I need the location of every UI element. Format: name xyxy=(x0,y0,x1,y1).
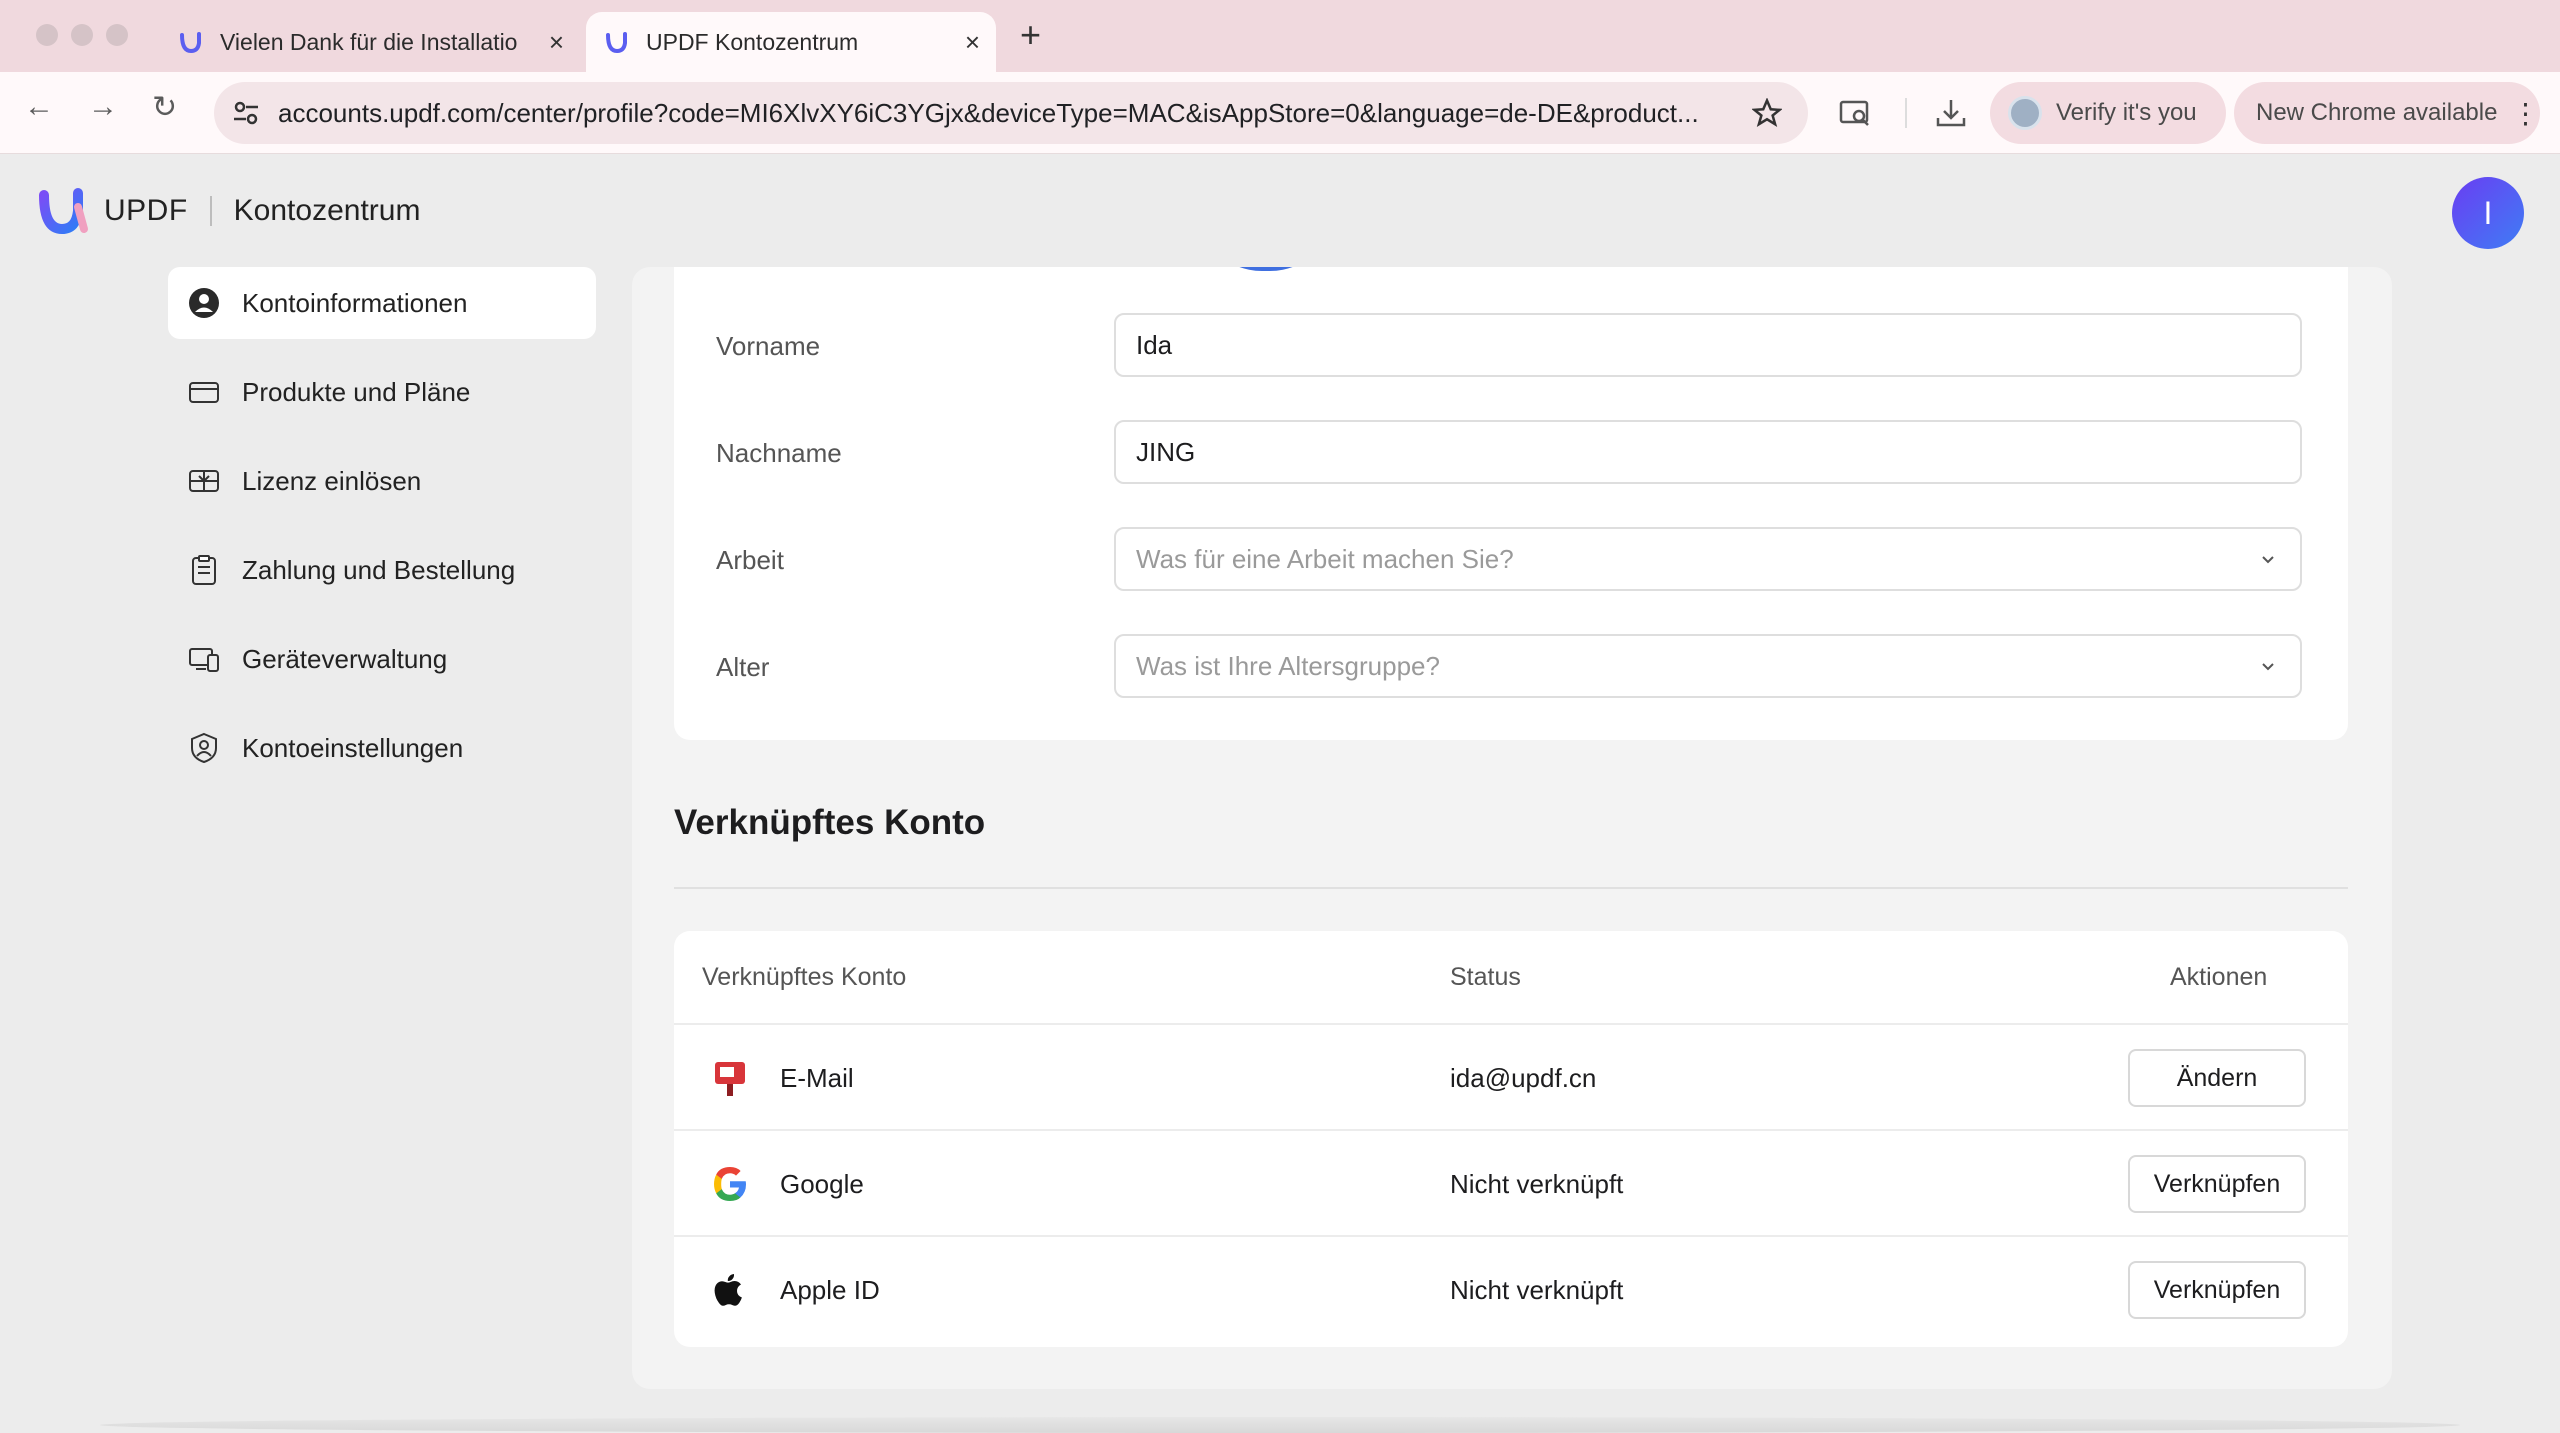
sidebar-item-label: Produkte und Pläne xyxy=(242,376,471,407)
devices-icon xyxy=(189,648,219,672)
page-title: Kontozentrum xyxy=(233,194,421,227)
sidebar-item-zahlung[interactable]: Zahlung und Bestellung xyxy=(168,534,596,606)
sidebar-item-label: Kontoinformationen xyxy=(242,287,468,318)
change-email-button[interactable]: Ändern xyxy=(2128,1049,2306,1107)
sidebar-item-geraete[interactable]: Geräteverwaltung xyxy=(168,623,596,695)
update-label: New Chrome available xyxy=(2256,99,2498,126)
main-content: Vorname Ida Nachname JING Arbeit Was für… xyxy=(632,267,2392,1389)
field-label: Nachname xyxy=(716,438,842,468)
account-name: Apple ID xyxy=(780,1275,880,1305)
verify-identity-button[interactable]: Verify it's you xyxy=(1990,82,2226,144)
column-header-account: Verknüpftes Konto xyxy=(702,963,907,991)
field-label: Vorname xyxy=(716,331,821,361)
chevron-down-icon xyxy=(2262,663,2274,671)
link-apple-button[interactable]: Verknüpfen xyxy=(2128,1261,2306,1319)
updf-tab-icon xyxy=(606,32,627,54)
bookmark-star-icon[interactable] xyxy=(1752,98,1782,128)
tab-label: Vielen Dank für die Installatio xyxy=(220,28,518,55)
toolbar-divider xyxy=(1905,98,1907,128)
field-label: Arbeit xyxy=(716,545,784,575)
sidebar-item-label: Lizenz einlösen xyxy=(242,465,422,496)
clipboard-icon xyxy=(192,555,216,585)
download-icon[interactable] xyxy=(1934,96,1968,130)
tab-label: UPDF Kontozentrum xyxy=(646,28,859,55)
sidebar-item-label: Kontoeinstellungen xyxy=(242,732,464,763)
account-status: Nicht verknüpft xyxy=(1450,1169,1624,1199)
mailbox-icon xyxy=(715,1062,745,1096)
job-select[interactable]: Was für eine Arbeit machen Sie? xyxy=(1114,527,2302,591)
site-settings-icon[interactable] xyxy=(232,99,260,127)
user-avatar[interactable]: I xyxy=(2452,177,2524,249)
account-center-page: UPDF Kontozentrum I Kontoinformationen P… xyxy=(0,155,2560,1433)
apple-icon xyxy=(714,1274,742,1306)
dock-shadow xyxy=(100,1417,2460,1433)
table-row-email: E-Mail ida@updf.cn Ändern xyxy=(674,1025,2348,1131)
account-status: Nicht verknüpft xyxy=(1450,1275,1624,1305)
chevron-down-icon xyxy=(2262,556,2274,564)
sidebar-nav: Kontoinformationen Produkte und Pläne Li… xyxy=(168,267,596,801)
form-row-alter: Alter Was ist Ihre Altersgruppe? xyxy=(674,634,2348,700)
back-arrow-icon[interactable]: ← xyxy=(24,90,54,124)
linked-accounts-table: Verknüpftes Konto Status Aktionen E-Mail… xyxy=(674,931,2348,1347)
reload-icon[interactable]: ↻ xyxy=(152,90,177,125)
profile-avatar-edge xyxy=(1196,267,1336,271)
forward-arrow-icon[interactable]: → xyxy=(88,90,118,124)
form-row-nachname: Nachname JING xyxy=(674,420,2348,486)
window-close-button[interactable] xyxy=(36,24,58,46)
verify-label: Verify it's you xyxy=(2056,99,2197,126)
brand-divider xyxy=(209,196,212,226)
browser-tab-bar: Vielen Dank für die Installatio × UPDF K… xyxy=(0,0,2560,72)
sidebar-item-lizenz[interactable]: Lizenz einlösen xyxy=(168,445,596,517)
card-icon xyxy=(189,382,219,403)
updf-tab-icon xyxy=(180,32,201,54)
account-name: Google xyxy=(780,1169,864,1199)
sidebar-item-einstellungen[interactable]: Kontoeinstellungen xyxy=(168,712,596,784)
window-zoom-button[interactable] xyxy=(106,24,128,46)
account-name: E-Mail xyxy=(780,1063,854,1093)
linked-accounts-heading: Verknüpftes Konto xyxy=(674,803,986,842)
last-name-field[interactable]: JING xyxy=(1114,420,2302,484)
url-text: accounts.updf.com/center/profile?code=MI… xyxy=(278,97,1699,128)
profile-form-card: Vorname Ida Nachname JING Arbeit Was für… xyxy=(674,267,2348,740)
sidebar-item-label: Zahlung und Bestellung xyxy=(242,554,516,585)
link-google-button[interactable]: Verknüpfen xyxy=(2128,1155,2306,1213)
age-select-placeholder: Was ist Ihre Altersgruppe? xyxy=(1136,650,1440,681)
table-row-apple: Apple ID Nicht verknüpft Verknüpfen xyxy=(674,1237,2348,1343)
user-circle-icon xyxy=(189,288,219,318)
close-icon[interactable]: × xyxy=(549,27,564,58)
profile-avatar-icon xyxy=(2008,96,2042,130)
column-header-status: Status xyxy=(1450,963,1521,991)
more-vert-icon[interactable]: ⋮ xyxy=(2511,97,2539,130)
brand-name: UPDF xyxy=(104,194,188,227)
sidebar-item-kontoinformationen[interactable]: Kontoinformationen xyxy=(168,267,596,339)
chrome-update-button[interactable]: New Chrome available ⋮ xyxy=(2234,82,2540,144)
divider xyxy=(674,887,2348,889)
job-select-placeholder: Was für eine Arbeit machen Sie? xyxy=(1136,543,1514,574)
brand-header: UPDF Kontozentrum xyxy=(38,187,420,235)
table-header: Verknüpftes Konto Status Aktionen xyxy=(674,931,2348,1025)
account-status: ida@updf.cn xyxy=(1450,1063,1597,1093)
shield-user-icon xyxy=(191,732,217,764)
search-tabs-icon[interactable] xyxy=(1838,96,1872,130)
form-row-vorname: Vorname Ida xyxy=(674,313,2348,379)
form-row-arbeit: Arbeit Was für eine Arbeit machen Sie? xyxy=(674,527,2348,593)
first-name-field[interactable]: Ida xyxy=(1114,313,2302,377)
sidebar-item-produkte[interactable]: Produkte und Pläne xyxy=(168,356,596,428)
gift-card-icon xyxy=(189,470,219,492)
tab-kontozentrum[interactable]: UPDF Kontozentrum × xyxy=(586,12,996,72)
updf-logo-icon xyxy=(39,188,88,235)
sidebar-item-label: Geräteverwaltung xyxy=(242,643,448,674)
tab-installation[interactable]: Vielen Dank für die Installatio × xyxy=(160,12,580,72)
table-row-google: Google Nicht verknüpft Verknüpfen xyxy=(674,1131,2348,1237)
field-label: Alter xyxy=(716,652,770,682)
close-icon[interactable]: × xyxy=(965,27,980,58)
browser-toolbar: ← → ↻ accounts.updf.com/center/profile?c… xyxy=(0,72,2560,154)
window-minimize-button[interactable] xyxy=(71,24,93,46)
address-bar[interactable]: accounts.updf.com/center/profile?code=MI… xyxy=(214,82,1808,144)
column-header-actions: Aktionen xyxy=(2170,963,2268,991)
google-icon xyxy=(714,1167,746,1201)
new-tab-button[interactable]: + xyxy=(1020,14,1041,56)
age-select[interactable]: Was ist Ihre Altersgruppe? xyxy=(1114,634,2302,698)
